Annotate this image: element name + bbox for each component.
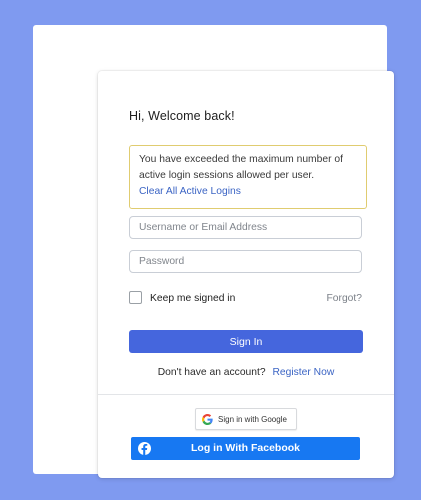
facebook-login-button[interactable]: Log in With Facebook [131,437,360,460]
username-input[interactable] [129,216,362,239]
login-card: Hi, Welcome back! You have exceeded the … [98,71,394,478]
session-limit-notice: You have exceeded the maximum number of … [129,145,367,209]
google-sign-in-label: Sign in with Google [218,414,287,424]
keep-signed-in-checkbox[interactable] [129,291,142,304]
forgot-password-link[interactable]: Forgot? [327,293,363,304]
sign-in-button[interactable]: Sign In [129,330,363,353]
clear-active-logins-link[interactable]: Clear All Active Logins [139,184,358,200]
register-row: Don't have an account? Register Now [98,367,394,378]
register-now-link[interactable]: Register Now [272,367,334,378]
google-sign-in-button[interactable]: Sign in with Google [195,408,297,430]
greeting-heading: Hi, Welcome back! [129,109,235,123]
google-g-icon [202,413,213,425]
notice-message: You have exceeded the maximum number of … [139,154,343,181]
register-prompt: Don't have an account? [157,367,266,378]
facebook-login-label: Log in With Facebook [191,442,300,454]
divider [98,394,394,395]
password-input[interactable] [129,250,362,273]
keep-signed-in-label: Keep me signed in [150,293,236,304]
outer-panel: Hi, Welcome back! You have exceeded the … [33,25,394,478]
facebook-f-icon [138,442,151,455]
